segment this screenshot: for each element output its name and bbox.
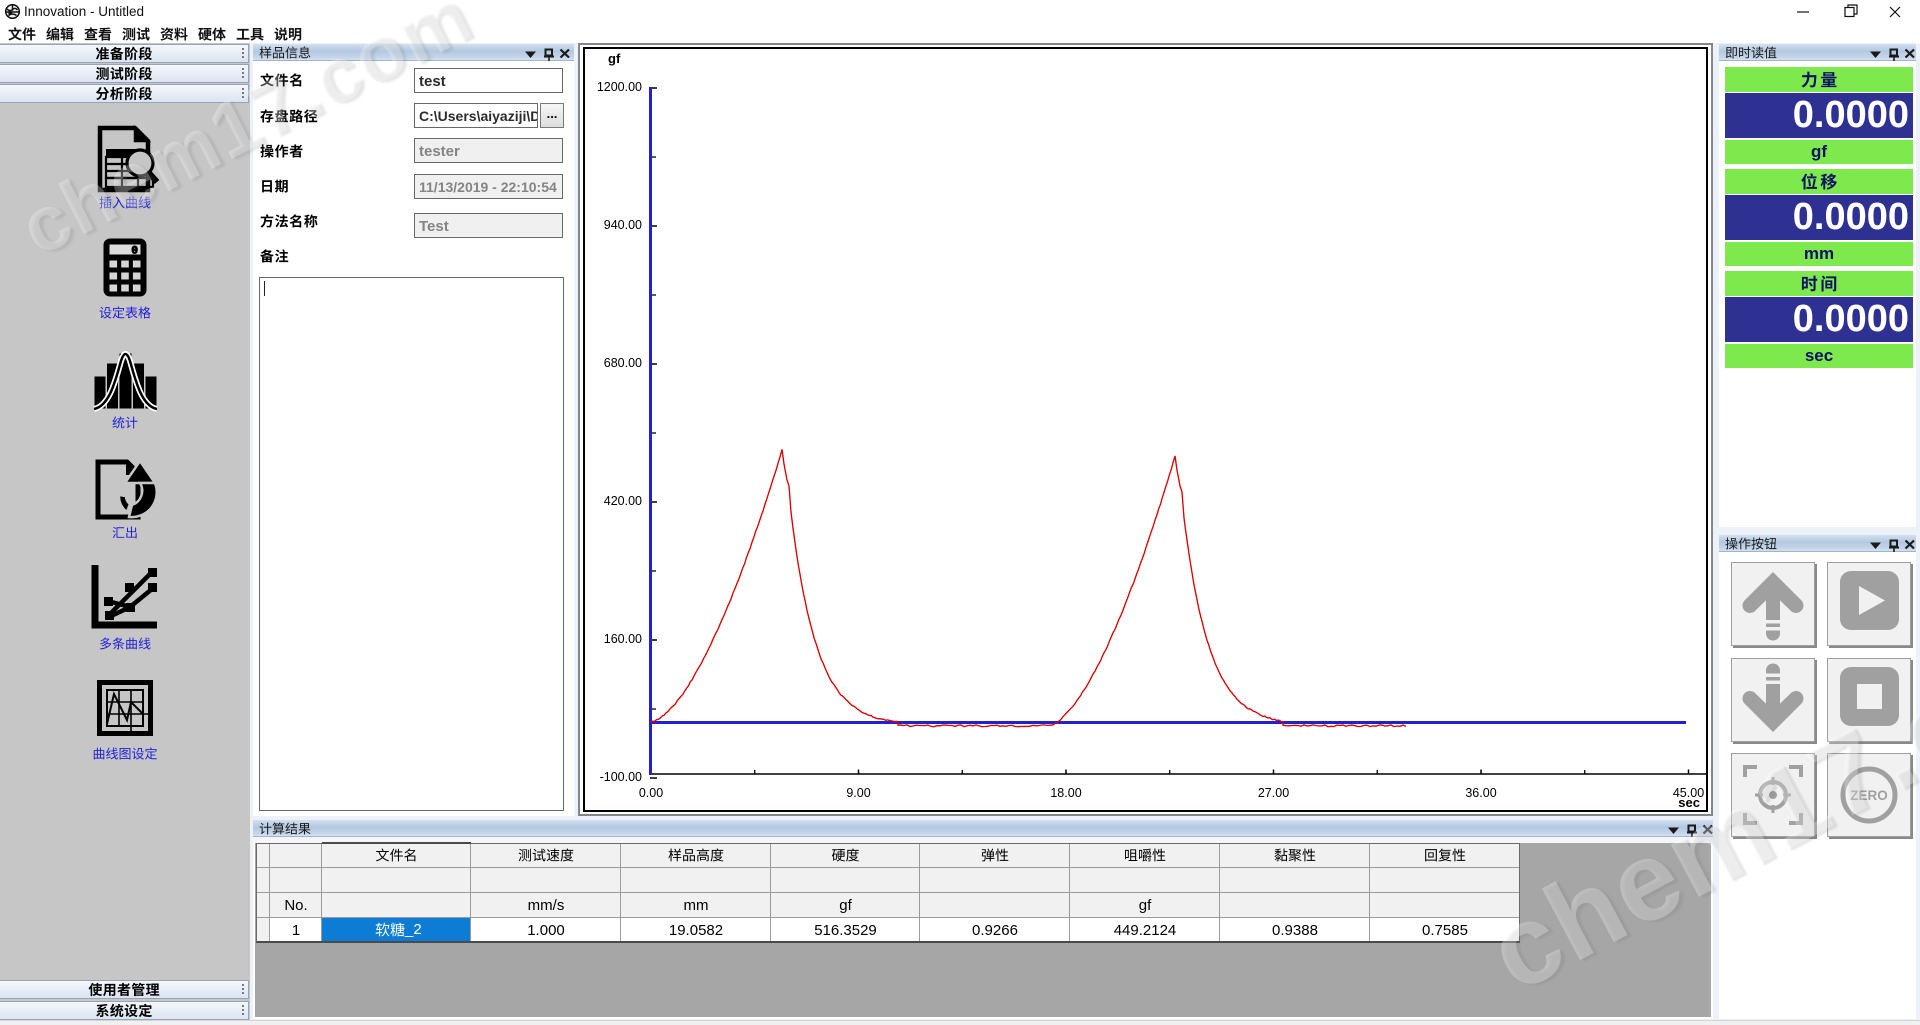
svg-text:ZERO: ZERO (1850, 788, 1888, 803)
